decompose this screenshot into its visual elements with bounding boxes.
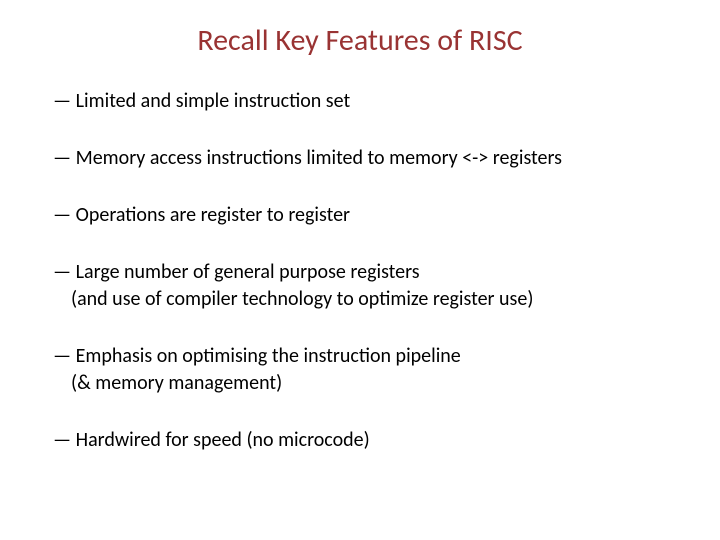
bullet-item: — Emphasis on optimising the instruction… <box>53 343 680 397</box>
bullet-subtext: (& memory management) <box>53 370 680 397</box>
bullet-text: — Operations are register to register <box>53 202 680 229</box>
bullet-text: — Emphasis on optimising the instruction… <box>53 343 680 370</box>
slide-body: — Limited and simple instruction set — M… <box>53 88 680 484</box>
bullet-item: — Operations are register to register <box>53 202 680 229</box>
bullet-subtext: (and use of compiler technology to optim… <box>53 286 680 313</box>
bullet-item: — Hardwired for speed (no microcode) <box>53 427 680 454</box>
bullet-item: — Limited and simple instruction set <box>53 88 680 115</box>
bullet-text: — Memory access instructions limited to … <box>53 145 680 172</box>
bullet-item: — Memory access instructions limited to … <box>53 145 680 172</box>
slide: Recall Key Features of RISC — Limited an… <box>0 0 720 540</box>
bullet-item: — Large number of general purpose regist… <box>53 259 680 313</box>
bullet-text: — Hardwired for speed (no microcode) <box>53 427 680 454</box>
bullet-text: — Large number of general purpose regist… <box>53 259 680 286</box>
slide-title: Recall Key Features of RISC <box>0 22 720 59</box>
bullet-text: — Limited and simple instruction set <box>53 88 680 115</box>
